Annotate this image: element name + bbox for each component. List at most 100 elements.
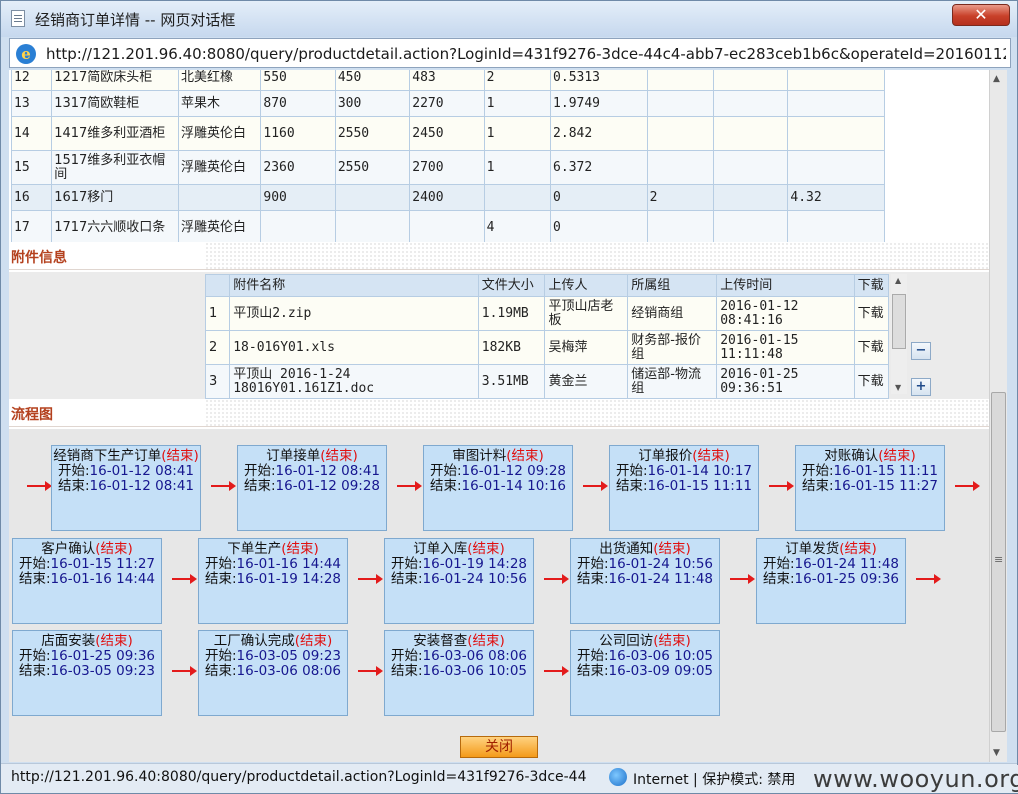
node-status: (结束) <box>506 448 544 464</box>
attachment-time: 2016-01-15 11:11:48 <box>716 330 855 365</box>
attachments-scrollbar[interactable]: ▲ ▼ <box>891 274 907 394</box>
table-cell <box>646 116 714 151</box>
node-status: (结束) <box>653 541 691 557</box>
start-time: 16-03-05 09:23 <box>236 648 342 664</box>
end-label: 结束: <box>57 478 90 494</box>
end-time: 16-03-05 09:23 <box>50 663 156 679</box>
attachment-size: 1.19MB <box>477 296 546 331</box>
table-cell: 870 <box>260 90 336 117</box>
flow-node: 订单接单(结束) 开始:16-01-12 08:41 结束:16-01-12 09:… <box>237 445 387 531</box>
table-cell: 2 <box>483 70 552 91</box>
download-link[interactable]: 下载 <box>853 296 890 331</box>
table-cell: 2550 <box>334 116 411 151</box>
start-label: 开始: <box>18 556 51 572</box>
page-scroll-thumb[interactable] <box>991 392 1006 732</box>
flow-node: 经销商下生产订单(结束) 开始:16-01-12 08:41 结束:16-01-12… <box>51 445 201 531</box>
table-cell: 1717六六顺收口条 <box>51 210 179 245</box>
attachment-row: 1 平顶山2.zip 1.19MB 平顶山店老板 经销商组 2016-01-12 08:4… <box>204 296 890 331</box>
status-bar: http://121.201.96.40:8080/query/productd… <box>1 763 1018 793</box>
flow-arrow <box>172 666 197 676</box>
flow-title: 流程图 <box>11 407 53 423</box>
table-cell: 2360 <box>260 150 336 185</box>
end-time: 16-01-14 10:16 <box>461 478 567 494</box>
product-table: 12 1217简欧床头柜 北美红橡 550 450 483 2 0.5313 13 1317简欧鞋… <box>10 70 885 245</box>
attachment-row: 3 平顶山 2016-1-24 18016Y01.161Z1.doc 3.51MB 黄… <box>204 364 890 399</box>
table-cell <box>483 184 552 211</box>
table-cell: 2.842 <box>550 116 648 151</box>
close-button[interactable]: 关闭 <box>460 736 538 758</box>
table-cell: 1317简欧鞋柜 <box>51 90 179 117</box>
node-status: (结束) <box>161 448 199 464</box>
table-cell: 浮雕英伦白 <box>177 210 262 245</box>
start-time: 16-01-24 11:48 <box>794 556 900 572</box>
table-cell: 0 <box>550 184 648 211</box>
address-bar[interactable]: e http://121.201.96.40:8080/query/produc… <box>9 38 1011 68</box>
start-label: 开始: <box>576 648 609 664</box>
end-time: 16-01-24 11:48 <box>608 571 714 587</box>
table-cell <box>712 184 789 211</box>
table-cell: 483 <box>409 70 485 91</box>
start-time: 16-01-25 09:36 <box>50 648 156 664</box>
start-time: 16-03-06 10:05 <box>608 648 714 664</box>
table-cell <box>712 90 789 117</box>
expand-button[interactable]: + <box>911 378 931 396</box>
window-close-button[interactable]: ✕ <box>952 4 1010 26</box>
collapse-button[interactable]: − <box>911 342 931 360</box>
start-label: 开始: <box>801 463 834 479</box>
start-label: 开始: <box>243 463 276 479</box>
attachment-uploader: 吴梅萍 <box>544 330 629 365</box>
start-label: 开始: <box>204 556 237 572</box>
table-cell: 2400 <box>409 184 485 211</box>
table-cell <box>260 210 336 245</box>
node-name: 工厂确认完成 <box>213 633 295 649</box>
table-cell: 14 <box>10 116 53 151</box>
table-cell <box>334 210 411 245</box>
attachment-time: 2016-01-12 08:41:16 <box>716 296 855 331</box>
security-zone: Internet | 保护模式: 禁用 <box>633 772 796 788</box>
flow-node: 订单发货(结束) 开始:16-01-24 11:48 结束:16-01-25 09:… <box>756 538 906 624</box>
flow-arrow <box>358 574 383 584</box>
table-cell: 550 <box>260 70 336 91</box>
flow-node: 出货通知(结束) 开始:16-01-24 10:56 结束:16-01-24 11:… <box>570 538 720 624</box>
table-cell: 北美红橡 <box>177 70 262 91</box>
flow-arrow <box>769 481 794 491</box>
table-cell: 2270 <box>409 90 485 117</box>
start-time: 16-01-12 08:41 <box>275 463 381 479</box>
table-cell: 17 <box>10 210 53 245</box>
flow-node: 订单报价(结束) 开始:16-01-14 10:17 结束:16-01-15 11:… <box>609 445 759 531</box>
start-label: 开始: <box>18 648 51 664</box>
flow-node: 客户确认(结束) 开始:16-01-15 11:27 结束:16-01-16 14:… <box>12 538 162 624</box>
window-title: 经销商订单详情 -- 网页对话框 <box>35 11 236 29</box>
table-cell: 1.9749 <box>550 90 648 117</box>
table-cell <box>787 70 885 91</box>
table-cell <box>334 184 411 211</box>
page-scrollbar[interactable]: ▲ ▼ <box>989 70 1007 762</box>
table-cell <box>712 210 789 245</box>
address-url[interactable]: http://121.201.96.40:8080/query/productd… <box>46 45 1006 63</box>
flow-node: 下单生产(结束) 开始:16-01-16 14:44 结束:16-01-19 14:… <box>198 538 348 624</box>
table-cell: 1217简欧床头柜 <box>51 70 179 91</box>
table-cell: 1 <box>483 116 552 151</box>
attachments-table: 附件名称 文件大小 上传人 所属组 上传时间 下载 1 平顶山2.zip 1.19MB 平顶山店… <box>204 274 890 399</box>
node-name: 订单入库 <box>413 541 468 557</box>
table-cell: 16 <box>10 184 53 211</box>
end-label: 结束: <box>243 478 276 494</box>
flow-node: 店面安装(结束) 开始:16-01-25 09:36 结束:16-03-05 09:… <box>12 630 162 716</box>
start-time: 16-01-24 10:56 <box>608 556 714 572</box>
table-cell <box>646 150 714 185</box>
node-name: 店面安装 <box>41 633 96 649</box>
end-time: 16-01-15 11:11 <box>647 478 753 494</box>
attachment-name: 18-016Y01.xls <box>229 330 479 365</box>
table-cell: 2 <box>646 184 714 211</box>
flow-section-header: 流程图 <box>9 399 989 427</box>
node-name: 公司回访 <box>599 633 654 649</box>
table-row: 17 1717六六顺收口条 浮雕英伦白 4 0 <box>10 210 885 245</box>
table-cell: 2450 <box>409 116 485 151</box>
node-status: (结束) <box>467 633 505 649</box>
download-link[interactable]: 下载 <box>853 364 890 399</box>
table-cell: 2550 <box>334 150 411 185</box>
end-label: 结束: <box>576 571 609 587</box>
download-link[interactable]: 下载 <box>853 330 890 365</box>
node-name: 安装督查 <box>413 633 468 649</box>
end-time: 16-03-06 10:05 <box>422 663 528 679</box>
